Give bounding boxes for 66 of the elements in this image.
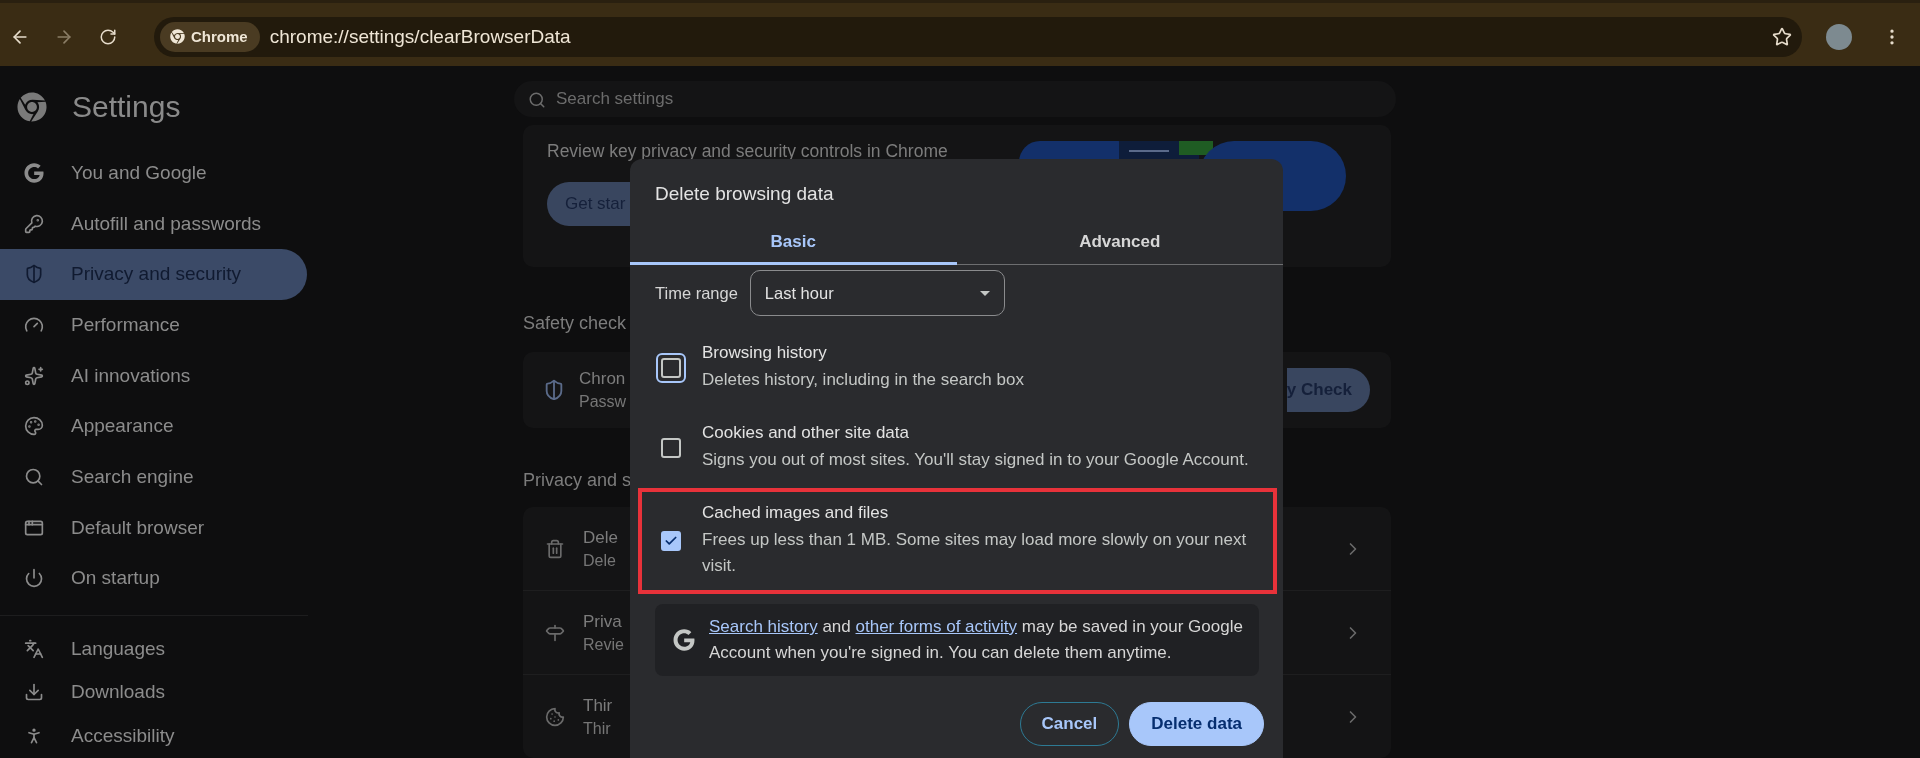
time-range-select[interactable]: Last hour xyxy=(749,270,1005,316)
power-icon xyxy=(24,568,44,589)
google-g-icon xyxy=(673,629,695,651)
url-text: chrome://settings/clearBrowserData xyxy=(269,25,572,48)
trash-icon xyxy=(545,538,565,559)
sidebar-item[interactable]: You and Google xyxy=(0,147,307,199)
notice-link[interactable]: other forms of activity xyxy=(855,617,1018,636)
address-bar[interactable]: Chrome chrome://settings/clearBrowserData xyxy=(154,16,1802,57)
shield-icon xyxy=(543,379,565,402)
option-title: Browsing history xyxy=(702,343,828,363)
row-subtitle: Passw xyxy=(579,393,627,412)
row-title: Chron xyxy=(579,369,627,390)
google-g-icon xyxy=(24,162,44,183)
option-description: Signs you out of most sites. You'll stay signed in to your Google Account. xyxy=(702,449,1249,471)
time-range-label: Time range xyxy=(655,283,738,303)
avatar[interactable] xyxy=(1826,23,1852,50)
row-subtitle: Revie xyxy=(583,635,624,654)
key-icon xyxy=(24,213,44,234)
search-icon xyxy=(528,91,546,109)
settings-title: Settings xyxy=(72,89,181,124)
sidebar-item[interactable]: Search engine xyxy=(0,451,307,503)
dialog-title: Delete browsing data xyxy=(655,183,835,205)
signpost-icon xyxy=(545,622,565,643)
chrome-logo-icon xyxy=(170,29,185,44)
search-icon xyxy=(24,467,44,488)
notice-link[interactable]: Search history xyxy=(709,617,818,636)
section-heading: Safety check xyxy=(523,313,627,335)
sidebar-item[interactable]: AI innovations xyxy=(0,350,307,402)
checkbox[interactable] xyxy=(661,531,681,551)
row-title[interactable]: Priva xyxy=(583,611,624,632)
cookie-icon xyxy=(545,706,565,727)
palette-icon xyxy=(24,416,44,437)
sidebar-item[interactable]: Performance xyxy=(0,299,307,351)
site-chip[interactable]: Chrome xyxy=(160,21,260,52)
delete-data-button[interactable]: Delete data xyxy=(1129,702,1264,746)
sidebar-item[interactable]: Downloads xyxy=(0,670,307,715)
chrome-logo-icon xyxy=(17,91,47,122)
row-title[interactable]: Dele xyxy=(583,527,618,548)
row-subtitle: Dele xyxy=(583,551,617,570)
row-subtitle: Thir xyxy=(583,719,612,738)
search-field[interactable]: Search settings xyxy=(514,81,1396,117)
star-icon[interactable] xyxy=(1772,26,1792,47)
sparkle-icon xyxy=(24,365,44,386)
checkbox[interactable] xyxy=(661,438,681,458)
caret-icon xyxy=(979,290,990,296)
sidebar-item[interactable]: Languages xyxy=(0,626,307,671)
shield-icon xyxy=(24,264,44,285)
option-title: Cookies and other site data xyxy=(702,423,910,443)
reload-icon[interactable] xyxy=(99,27,117,46)
sidebar-item[interactable]: Autofill and passwords xyxy=(0,198,307,249)
section-heading: Privacy and s xyxy=(523,470,632,491)
dialog-tab[interactable]: Advanced xyxy=(956,221,1283,265)
option-title: Cached images and files xyxy=(702,503,890,523)
translate-icon xyxy=(24,638,44,659)
sidebar-item[interactable]: Accessibility xyxy=(0,714,307,758)
download-icon xyxy=(24,682,44,703)
option-description: Frees up less than 1 MB. Some sites may load more slowly on your next visit. xyxy=(702,529,1248,577)
sidebar-item[interactable]: Appearance xyxy=(0,401,307,452)
sidebar-item[interactable]: Default browser xyxy=(0,502,307,554)
dialog-tab[interactable]: Basic xyxy=(630,221,957,265)
card-description: Review key privacy and security controls in Chrome xyxy=(547,140,948,162)
checkmark-icon xyxy=(664,534,678,548)
sidebar-item[interactable]: On startup xyxy=(0,553,307,604)
notice-text: Search history and other forms of activity may be saved in your Google Account when you're signed in. You can delete them anytime. xyxy=(709,616,1244,664)
option-description: Deletes history, including in the search box xyxy=(702,369,1024,391)
row-title[interactable]: Thir xyxy=(583,695,613,716)
